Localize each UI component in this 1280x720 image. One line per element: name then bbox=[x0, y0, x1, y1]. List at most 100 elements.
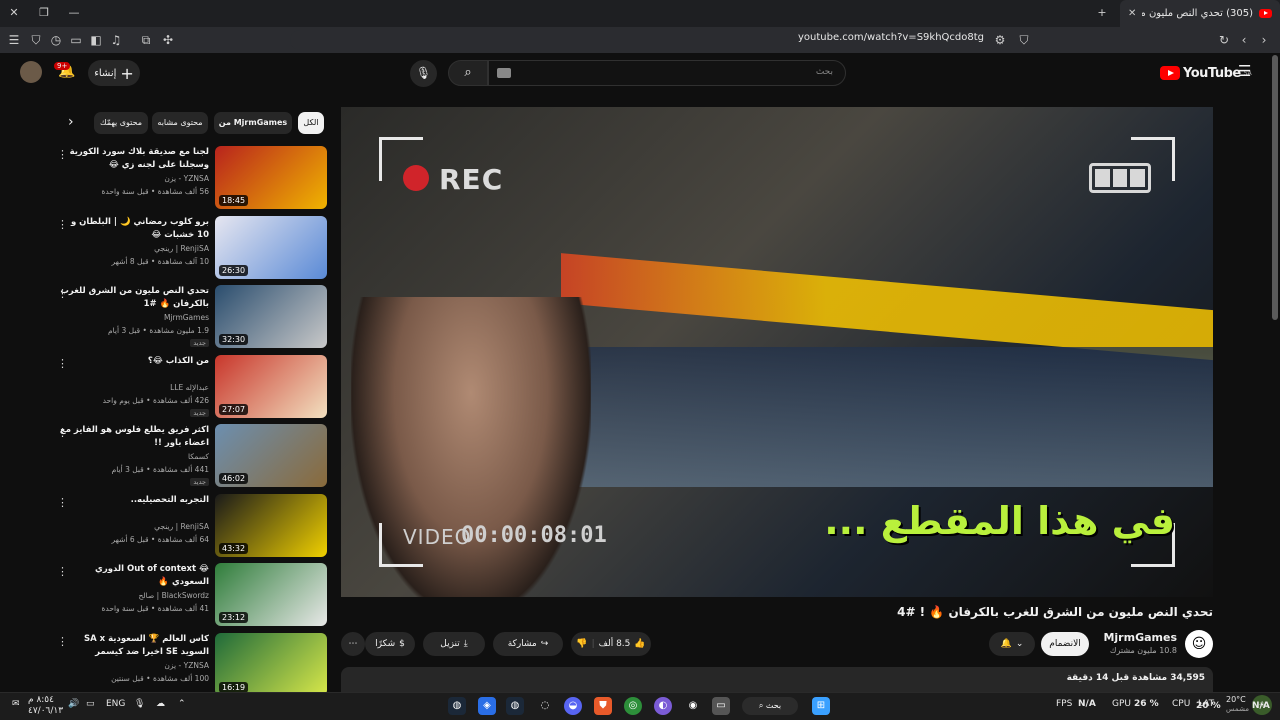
recommendation-item[interactable]: 16:19 كاس العالم 🏆 السعودية SA x السويد S… bbox=[55, 632, 327, 699]
description-box[interactable]: 34,595 مشاهدة قبل 14 دقيقة bbox=[341, 667, 1213, 692]
video-thumbnail[interactable]: 32:30 bbox=[215, 285, 327, 348]
app-icon[interactable]: ◐ bbox=[654, 697, 672, 715]
app-icon[interactable]: ◈ bbox=[478, 697, 496, 715]
more-vertical-icon[interactable]: ⋮ bbox=[57, 635, 68, 648]
video-thumbnail[interactable]: 46:02 bbox=[215, 424, 327, 487]
recommendation-item[interactable]: 32:30 تحدي النص مليون من الشرق للغرب بالك… bbox=[55, 285, 327, 351]
site-settings-icon[interactable]: ⚙ bbox=[992, 32, 1008, 48]
app-icon[interactable]: ◌ bbox=[536, 697, 554, 715]
shield-icon[interactable]: ⛉ bbox=[28, 32, 44, 48]
tabs-icon[interactable]: ▭ bbox=[68, 32, 84, 48]
chevron-right-icon[interactable]: › bbox=[68, 114, 74, 130]
close-window-icon[interactable]: ✕ bbox=[4, 4, 24, 22]
recommendation-title[interactable]: لجنا مع صديقة بلاك سورد الكورية وسجلنا ع… bbox=[59, 146, 209, 172]
recommendation-title[interactable]: اكثر فريق يطلع فلوس هو الفايز مع اعضاء ب… bbox=[59, 424, 209, 450]
create-button[interactable]: + إنشاء bbox=[88, 60, 140, 86]
extensions-icon[interactable]: ✣ bbox=[160, 32, 176, 48]
recommendation-channel[interactable]: RenjiSA | رينجي bbox=[154, 522, 209, 531]
recommendation-channel[interactable]: كسمكا bbox=[188, 452, 209, 461]
recommendation-title[interactable]: برو كلوب رمضاني 🌙 | البلطان و 10 خشبات 😂 bbox=[59, 216, 209, 242]
recommendation-item[interactable]: 18:45 لجنا مع صديقة بلاك سورد الكورية وسج… bbox=[55, 146, 327, 212]
url-text[interactable]: youtube.com/watch?v=S9khQcdo8tg bbox=[798, 32, 984, 43]
search-button[interactable]: ⌕ bbox=[448, 60, 488, 86]
video-thumbnail[interactable]: 26:30 bbox=[215, 215, 327, 279]
keyboard-icon[interactable] bbox=[497, 68, 511, 78]
close-tab-icon[interactable]: ✕ bbox=[1128, 8, 1136, 19]
more-actions-button[interactable]: ⋯ bbox=[341, 632, 365, 656]
more-vertical-icon[interactable]: ⋮ bbox=[57, 565, 68, 578]
steam-icon[interactable]: ◍ bbox=[448, 697, 466, 715]
new-tab-icon[interactable]: + bbox=[1092, 4, 1112, 22]
more-vertical-icon[interactable]: ⋮ bbox=[57, 357, 68, 370]
back-icon[interactable]: ‹ bbox=[1236, 32, 1252, 48]
recommendation-title[interactable]: 😂 Out of context الدوري السعودي 🔥 bbox=[59, 563, 209, 589]
recommendation-channel[interactable]: YZNSA - يزن bbox=[164, 174, 209, 183]
recommendation-item[interactable]: 43:32 التجربه التحصيليه.. RenjiSA | رينجي 6… bbox=[55, 493, 327, 560]
recommendation-item[interactable]: 27:07 من الكذاب 😂؟ عبدالإله LLE 426 ألف مشا… bbox=[55, 354, 327, 421]
share-button[interactable]: ↪ مشاركة bbox=[493, 632, 563, 656]
brave-icon[interactable]: ⛊ bbox=[594, 697, 612, 715]
bookmark-icon[interactable]: ⛉ bbox=[1016, 32, 1032, 48]
channel-name[interactable]: MjrmGames bbox=[1103, 631, 1177, 644]
video-thumbnail[interactable]: 23:12 bbox=[215, 563, 327, 626]
obs-icon[interactable]: ◉ bbox=[684, 697, 702, 715]
file-explorer-icon[interactable]: ▭ bbox=[712, 697, 730, 715]
recommendation-title[interactable]: من الكذاب 😂؟ bbox=[59, 355, 209, 368]
video-thumbnail[interactable]: 27:07 bbox=[215, 354, 327, 418]
microphone-icon[interactable]: 🎙 bbox=[134, 699, 145, 709]
download-button[interactable]: ⤓ تنزيل bbox=[423, 632, 485, 656]
account-avatar[interactable] bbox=[20, 61, 42, 83]
forward-icon[interactable]: › bbox=[1256, 32, 1272, 48]
minimize-window-icon[interactable]: — bbox=[64, 4, 84, 22]
recommendation-channel[interactable]: BlackSwordz | صالح bbox=[138, 591, 209, 600]
language-indicator[interactable]: ENG bbox=[106, 699, 125, 709]
recommendation-channel[interactable]: MjrmGames bbox=[164, 313, 209, 322]
more-vertical-icon[interactable]: ⋮ bbox=[57, 287, 68, 300]
reload-icon[interactable]: ↻ bbox=[1216, 32, 1232, 48]
recommendation-title[interactable]: كاس العالم 🏆 السعودية SA x السويد SE اخي… bbox=[59, 633, 209, 660]
page-scrollbar[interactable] bbox=[1272, 55, 1278, 320]
clock-date[interactable]: ٤٧/٠٦/١٣ bbox=[28, 706, 63, 716]
video-thumbnail[interactable]: 18:45 bbox=[215, 146, 327, 209]
channel-avatar[interactable]: ☺ bbox=[1185, 630, 1213, 658]
music-icon[interactable]: ♫ bbox=[108, 32, 124, 48]
sidebar-icon[interactable]: ◧ bbox=[88, 32, 104, 48]
chip-from-channel[interactable]: من MjrmGames bbox=[214, 112, 292, 134]
guide-menu-icon[interactable]: ☰ bbox=[1238, 62, 1251, 80]
browser-tab-youtube[interactable]: (305) تحدي النص مليون من الش ✕ bbox=[1120, 0, 1280, 27]
history-icon[interactable]: ◷ bbox=[48, 32, 64, 48]
recommendation-item[interactable]: 23:12 😂 Out of context الدوري السعودي 🔥 Bl… bbox=[55, 563, 327, 629]
clock-time[interactable]: ٨:٥٤ م bbox=[28, 695, 54, 705]
discord-icon[interactable]: ◒ bbox=[564, 697, 582, 715]
more-vertical-icon[interactable]: ⋮ bbox=[57, 426, 68, 439]
restore-window-icon[interactable]: ❐ bbox=[34, 4, 54, 22]
steam-icon[interactable]: ◍ bbox=[506, 697, 524, 715]
chip-for-you[interactable]: محتوى يهمّك bbox=[94, 112, 148, 134]
join-button[interactable]: الانضمام bbox=[1041, 632, 1089, 656]
recommendation-channel[interactable]: YZNSA - يزن bbox=[164, 661, 209, 670]
like-dislike-buttons[interactable]: 👍 8.5 ألف | 👎 bbox=[571, 632, 651, 656]
video-thumbnail[interactable]: 16:19 bbox=[215, 632, 327, 696]
thanks-button[interactable]: $ شكرًا bbox=[365, 632, 415, 656]
more-vertical-icon[interactable]: ⋮ bbox=[57, 218, 68, 231]
more-vertical-icon[interactable]: ⋮ bbox=[57, 148, 68, 161]
chip-all[interactable]: الكل bbox=[298, 112, 324, 134]
notification-center-icon[interactable]: ✉ bbox=[12, 699, 20, 709]
windows-start-icon[interactable]: ⊞ bbox=[812, 697, 830, 715]
chevron-up-icon[interactable]: ⌃ bbox=[178, 699, 186, 709]
chrome-icon[interactable]: ◎ bbox=[624, 697, 642, 715]
taskbar-search[interactable]: ⌕ بحث bbox=[742, 697, 798, 715]
battery-tray-icon[interactable]: ▭ bbox=[86, 699, 95, 709]
recommendation-channel[interactable]: عبدالإله LLE bbox=[170, 383, 209, 392]
recommendation-channel[interactable]: RenjiSA | رينجي bbox=[154, 244, 209, 253]
chip-related[interactable]: محتوى مشابه bbox=[152, 112, 208, 134]
screenshot-icon[interactable]: ⧉ bbox=[138, 32, 154, 48]
recommendation-item[interactable]: 26:30 برو كلوب رمضاني 🌙 | البلطان و 10 خش… bbox=[55, 215, 327, 282]
video-player[interactable]: REC VIDEO 00:00:08:01 في هذا المقطع ... bbox=[341, 107, 1213, 597]
more-vertical-icon[interactable]: ⋮ bbox=[57, 496, 68, 509]
voice-search-icon[interactable]: 🎙 bbox=[410, 60, 437, 87]
recommendation-title[interactable]: تحدي النص مليون من الشرق للغرب بالكرفان … bbox=[59, 285, 209, 311]
recommendation-item[interactable]: 46:02 اكثر فريق يطلع فلوس هو الفايز مع اع… bbox=[55, 424, 327, 490]
video-thumbnail[interactable]: 43:32 bbox=[215, 493, 327, 557]
cloud-icon[interactable]: ☁ bbox=[156, 699, 165, 709]
